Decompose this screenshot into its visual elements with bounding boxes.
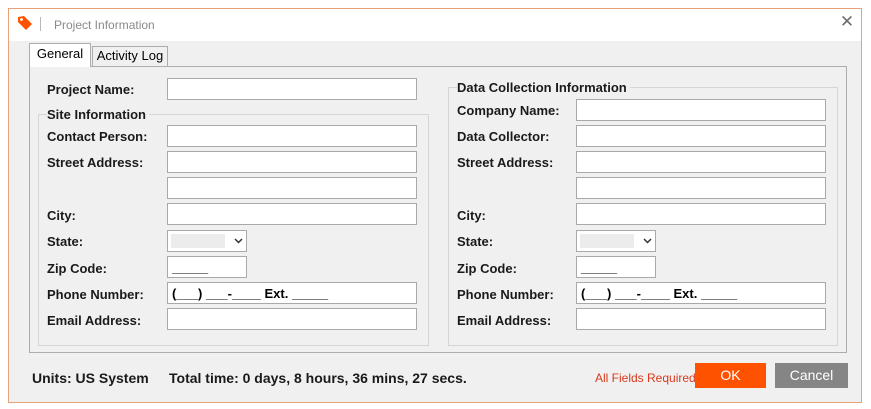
tag-icon [17, 15, 33, 31]
email-address-input[interactable] [167, 308, 417, 330]
window-title: Project Information [54, 18, 155, 32]
dc-state-label: State: [457, 234, 494, 249]
dc-zip-code-input[interactable]: _____ [576, 256, 656, 278]
title-bar: Project Information ✕ [9, 9, 861, 41]
zip-code-input[interactable]: _____ [167, 256, 247, 278]
units-text: Units: US System [32, 370, 149, 386]
phone-number-input[interactable]: (___) ___-____ Ext. _____ [167, 282, 417, 304]
chevron-down-icon [234, 234, 243, 248]
dc-city-input[interactable] [576, 203, 826, 225]
required-note: All Fields Required [595, 371, 696, 385]
data-collector-input[interactable] [576, 125, 826, 147]
dc-street-address-line2-input[interactable] [576, 177, 826, 199]
dc-state-select[interactable] [576, 230, 656, 252]
chevron-down-icon [643, 234, 652, 248]
dc-street-address-line1-input[interactable] [576, 151, 826, 173]
data-collection-title: Data Collection Information [457, 80, 630, 95]
project-name-input[interactable] [167, 78, 417, 100]
dc-phone-number-input[interactable]: (___) ___-____ Ext. _____ [576, 282, 826, 304]
dc-email-address-label: Email Address: [457, 313, 552, 328]
zip-code-label: Zip Code: [47, 261, 107, 276]
street-address-label: Street Address: [47, 155, 144, 170]
general-tab-panel: Project Name: Site Information Contact P… [29, 66, 847, 353]
tab-general[interactable]: General [29, 43, 91, 67]
dc-city-label: City: [457, 208, 486, 223]
dc-street-address-label: Street Address: [457, 155, 554, 170]
state-select-value [171, 234, 225, 248]
street-address-line1-input[interactable] [167, 151, 417, 173]
site-information-title: Site Information [47, 107, 149, 122]
title-separator [40, 17, 41, 31]
email-address-label: Email Address: [47, 313, 142, 328]
contact-person-label: Contact Person: [47, 129, 148, 144]
ok-button[interactable]: OK [695, 363, 766, 388]
dc-state-select-value [580, 234, 634, 248]
company-name-input[interactable] [576, 99, 826, 121]
dc-email-address-input[interactable] [576, 308, 826, 330]
company-name-label: Company Name: [457, 103, 560, 118]
city-input[interactable] [167, 203, 417, 225]
contact-person-input[interactable] [167, 125, 417, 147]
cancel-button[interactable]: Cancel [775, 363, 848, 388]
project-name-label: Project Name: [47, 82, 135, 97]
project-information-dialog: Project Information ✕ General Activity L… [8, 8, 862, 403]
phone-number-label: Phone Number: [47, 287, 144, 302]
street-address-line2-input[interactable] [167, 177, 417, 199]
state-select[interactable] [167, 230, 247, 252]
tab-activity-log[interactable]: Activity Log [92, 46, 168, 67]
close-icon[interactable]: ✕ [839, 13, 855, 31]
data-collector-label: Data Collector: [457, 129, 550, 144]
dc-phone-number-label: Phone Number: [457, 287, 554, 302]
dc-zip-code-label: Zip Code: [457, 261, 517, 276]
state-label: State: [47, 234, 84, 249]
total-time-text: Total time: 0 days, 8 hours, 36 mins, 27… [169, 370, 467, 386]
city-label: City: [47, 208, 76, 223]
